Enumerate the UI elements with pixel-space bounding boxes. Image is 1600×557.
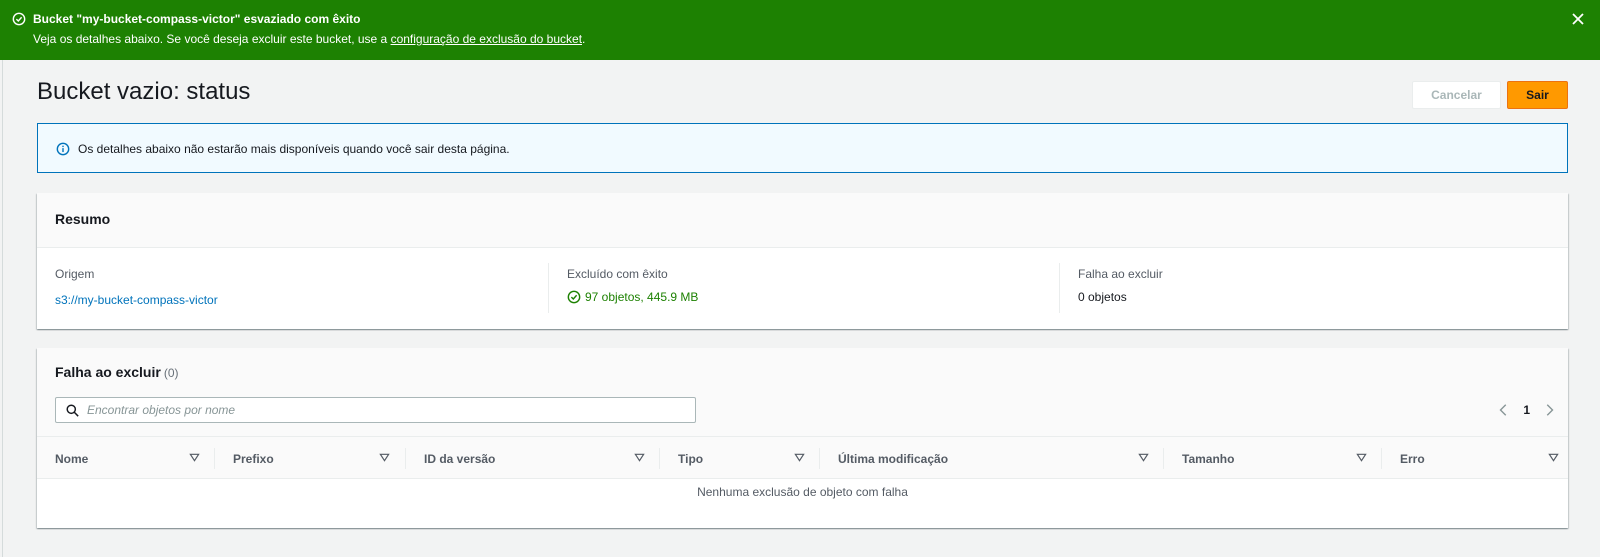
cancel-button[interactable]: Cancelar <box>1412 81 1501 109</box>
column-header-error[interactable]: Erro <box>1382 437 1568 480</box>
close-icon[interactable] <box>1570 11 1586 27</box>
sort-icon[interactable] <box>379 452 390 463</box>
column-header-size[interactable]: Tamanho <box>1164 437 1382 480</box>
sort-icon[interactable] <box>1138 452 1149 463</box>
flash-message-suffix: . <box>582 32 586 46</box>
origin-link[interactable]: s3://my-bucket-compass-victor <box>55 293 218 307</box>
summary-failed: Falha ao excluir 0 objetos <box>1059 248 1568 329</box>
search-icon <box>66 404 79 417</box>
column-divider <box>1059 263 1060 313</box>
failed-table-title-text: Falha ao excluir <box>55 364 161 380</box>
table-header-row: Nome Prefixo ID da versão Tipo Última mo… <box>37 436 1568 479</box>
column-label: Tipo <box>678 451 704 466</box>
column-divider <box>548 263 549 313</box>
origin-label: Origem <box>55 267 95 281</box>
exit-button[interactable]: Sair <box>1507 81 1568 109</box>
page-number[interactable]: 1 <box>1523 403 1530 417</box>
summary-card: Resumo Origem s3://my-bucket-compass-vic… <box>37 193 1568 329</box>
column-label: ID da versão <box>424 451 496 466</box>
succeeded-value: 97 objetos, 445.9 MB <box>567 290 698 304</box>
sort-icon[interactable] <box>189 452 200 463</box>
succeeded-text: 97 objetos, 445.9 MB <box>585 290 699 304</box>
failed-label: Falha ao excluir <box>1078 267 1163 281</box>
chevron-left-icon[interactable] <box>1497 403 1511 417</box>
empty-state-text: Nenhuma exclusão de objeto com falha <box>697 485 908 499</box>
summary-succeeded: Excluído com êxito 97 objetos, 445.9 MB <box>548 248 1059 329</box>
flash-message: Veja os detalhes abaixo. Se você deseja … <box>33 32 585 46</box>
info-text: Os detalhes abaixo não estarão mais disp… <box>78 142 510 156</box>
search-box[interactable] <box>55 397 696 423</box>
sort-icon[interactable] <box>1356 452 1367 463</box>
column-label: Nome <box>55 451 89 466</box>
column-label: Última modificação <box>838 451 949 466</box>
check-circle-icon <box>12 12 26 26</box>
chevron-right-icon[interactable] <box>1542 403 1556 417</box>
column-header-version-id[interactable]: ID da versão <box>406 437 660 480</box>
column-header-name[interactable]: Nome <box>37 437 215 480</box>
success-flashbar: Bucket "my-bucket-compass-victor" esvazi… <box>0 0 1600 60</box>
summary-header: Resumo <box>37 193 1568 248</box>
failed-table-title: Falha ao excluir (0) <box>55 364 179 380</box>
summary-origin: Origem s3://my-bucket-compass-victor <box>37 248 548 329</box>
column-header-prefix[interactable]: Prefixo <box>215 437 406 480</box>
column-header-type[interactable]: Tipo <box>660 437 820 480</box>
column-label: Prefixo <box>233 451 274 466</box>
info-icon <box>56 142 70 156</box>
flash-title: Bucket "my-bucket-compass-victor" esvazi… <box>33 12 361 26</box>
failed-count: (0) <box>163 366 179 380</box>
flash-message-prefix: Veja os detalhes abaixo. Se você deseja … <box>33 32 391 46</box>
bucket-deletion-config-link[interactable]: configuração de exclusão do bucket <box>391 32 582 46</box>
summary-title: Resumo <box>55 211 111 227</box>
column-label: Erro <box>1400 451 1425 466</box>
sort-icon[interactable] <box>634 452 645 463</box>
column-label: Tamanho <box>1182 451 1235 466</box>
failed-objects-card: Falha ao excluir(0) 1 Nome Prefixo <box>37 348 1568 528</box>
failed-value: 0 objetos <box>1078 290 1127 304</box>
column-header-last-modified[interactable]: Última modificação <box>820 437 1164 480</box>
sort-icon[interactable] <box>794 452 805 463</box>
page-title: Bucket vazio: status <box>37 78 251 105</box>
succeeded-label: Excluído com êxito <box>567 267 668 281</box>
info-alert: Os detalhes abaixo não estarão mais disp… <box>37 123 1568 173</box>
search-input[interactable] <box>87 401 687 419</box>
check-circle-icon <box>567 290 581 304</box>
failed-table-header: Falha ao excluir(0) 1 <box>37 348 1568 436</box>
pagination: 1 <box>1497 401 1556 419</box>
sort-icon[interactable] <box>1548 452 1559 463</box>
